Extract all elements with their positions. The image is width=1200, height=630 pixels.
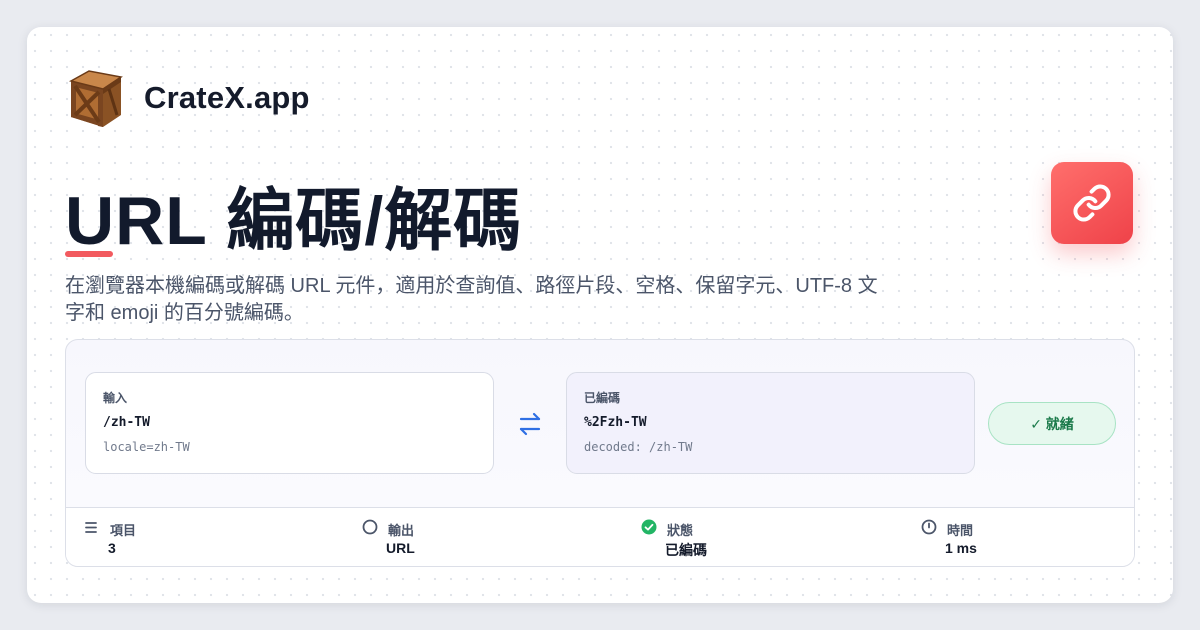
output-label: 已編碼 xyxy=(584,391,621,405)
stat-output-value: URL xyxy=(386,540,415,556)
output-value: %2Fzh-TW xyxy=(584,415,647,430)
link-icon xyxy=(1051,162,1133,244)
check-circle-icon xyxy=(641,519,657,535)
status-badge: ✓ 就緒 xyxy=(988,402,1116,445)
stat-items-label: 項目 xyxy=(110,523,137,538)
stats-bar: 項目 3 輸出 URL 狀態 已編碼 時間 1 ms xyxy=(66,507,1134,566)
title-accent-bar xyxy=(65,251,113,257)
stat-status-value: 已編碼 xyxy=(665,542,707,558)
converter-panel: 輸入 /zh-TW locale=zh-TW 已編碼 %2Fzh-TW deco… xyxy=(65,339,1135,567)
circle-icon xyxy=(362,519,378,535)
stat-time-label: 時間 xyxy=(947,523,974,538)
input-value: /zh-TW xyxy=(103,415,150,430)
brand-name: CrateX.app xyxy=(144,80,310,115)
output-box[interactable]: 已編碼 %2Fzh-TW decoded: /zh-TW xyxy=(566,372,975,474)
output-sub: decoded: /zh-TW xyxy=(584,440,693,454)
input-box[interactable]: 輸入 /zh-TW locale=zh-TW xyxy=(85,372,494,474)
preview-card: CrateX.app URL 編碼/解碼 在瀏覽器本機編碼或解碼 URL 元件，… xyxy=(27,27,1173,603)
page-title: URL 編碼/解碼 xyxy=(65,183,523,259)
input-label: 輸入 xyxy=(103,391,128,405)
input-sub: locale=zh-TW xyxy=(103,440,190,454)
crate-icon xyxy=(65,67,127,129)
stat-status-label: 狀態 xyxy=(667,523,694,538)
list-icon xyxy=(84,519,100,535)
stat-time-value: 1 ms xyxy=(945,540,977,556)
stat-items-value: 3 xyxy=(108,540,116,556)
brand[interactable]: CrateX.app xyxy=(65,67,310,129)
clock-icon xyxy=(921,519,937,535)
swap-arrows-icon[interactable] xyxy=(514,410,546,438)
stat-output-label: 輸出 xyxy=(388,523,415,538)
page-description: 在瀏覽器本機編碼或解碼 URL 元件，適用於查詢值、路徑片段、空格、保留字元、U… xyxy=(65,275,878,324)
